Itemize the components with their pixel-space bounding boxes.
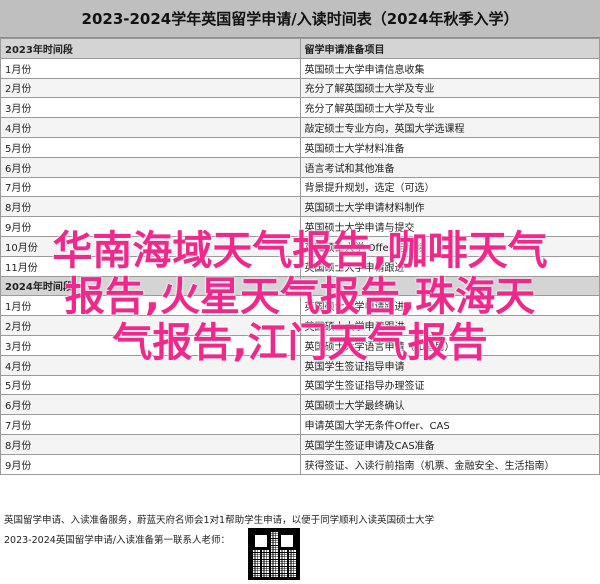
- row-period: 10月份: [0, 235, 301, 257]
- table-row: 8月份 英国硕士大学申请材料制作: [0, 196, 600, 218]
- row-period: 7月份: [0, 414, 301, 435]
- row-content: 英国学生签证指导办理签证: [299, 374, 600, 396]
- table-row: 4月份 英国学生签证指导申请: [0, 354, 600, 376]
- row-content: 敲定硕士专业方向，英国大学选课程: [299, 117, 600, 138]
- row-content: 英国硕士大学申请材料制作: [299, 196, 600, 218]
- row-period: 8月份: [0, 196, 301, 218]
- schedule-document: 2023-2024学年英国留学申请/入读时间表（2024年秋季入学） 2023年…: [0, 0, 600, 584]
- row-content: 获得签证、入读行前指南（机票、金融安全、生活指南）: [299, 453, 600, 475]
- row-period: 2月份: [0, 77, 301, 99]
- row-content: 充分了解英国硕士大学及专业: [299, 97, 600, 119]
- table-row: 4月份 敲定硕士专业方向，英国大学选课程: [0, 117, 600, 138]
- column-header-period: 2023年时间段: [0, 38, 301, 59]
- row-content: 英国硕士大学申请与提交: [299, 216, 600, 237]
- table-row: 9月份 英国硕士大学申请与提交: [0, 216, 600, 237]
- row-period: 5月份: [0, 136, 301, 158]
- row-content: 语言考试和其他准备: [299, 156, 600, 178]
- table-row: 11月份 英国硕士大学申请跟进: [0, 255, 600, 277]
- row-period: 1月份: [0, 295, 301, 317]
- row-period: 4月份: [0, 117, 301, 138]
- row-content: 英国硕士大学 Offer 与后续: [299, 235, 600, 257]
- footer-contact: 2023-2024英国留学申请/入读准备第一联系人老师：: [4, 535, 230, 546]
- row-period: 1月份: [0, 57, 301, 79]
- row-period: 6月份: [0, 156, 301, 178]
- table-row: 6月份 语言考试和其他准备: [0, 156, 600, 178]
- row-period: 9月份: [0, 453, 301, 475]
- row-content: 英国学生签证申请及CAS准备: [299, 433, 600, 455]
- row-content: 英国硕士大学材料准备: [299, 136, 600, 158]
- table-row: 3月份 英国硕士大学语言申请（如适用）: [0, 334, 600, 356]
- row-period: 3月份: [0, 97, 301, 119]
- table-row: 5月份 英国硕士大学材料准备: [0, 136, 600, 158]
- table-row: 7月份 申请英国大学无条件Offer、CAS: [0, 414, 600, 435]
- row-period: 4月份: [0, 354, 301, 376]
- table-row: 9月份 获得签证、入读行前指南（机票、金融安全、生活指南）: [0, 453, 600, 475]
- table-row: 6月份 英国硕士大学最终确认: [0, 394, 600, 416]
- row-period: 3月份: [0, 334, 301, 356]
- row-content: 申请英国大学无条件Offer、CAS: [299, 414, 600, 435]
- row-content: 英国硕士大学最终确认: [299, 394, 600, 416]
- schedule-table: 2023年时间段 留学申请准备项目 1月份 英国硕士大学申请信息收集 2月份 充分了解…: [0, 38, 600, 475]
- table-row: 2月份 充分了解英国硕士大学及专业: [0, 77, 600, 99]
- row-period: 9月份: [0, 216, 301, 237]
- table-row: 3月份 充分了解英国硕士大学及专业: [0, 97, 600, 119]
- row-period: 2月份: [0, 315, 301, 336]
- row-period: 6月份: [0, 394, 301, 416]
- row-content: 英国硕士大学申请跟进: [299, 315, 600, 336]
- row-period: 5月份: [0, 374, 301, 396]
- footer-note: 英国留学申请、入读准备服务，蔚蓝天府名师会1对1帮助学生申请，以便于同学顺利入读…: [4, 515, 435, 526]
- column-header-content: 留学申请准备项目: [299, 38, 600, 59]
- row-content: 英国硕士大学语言申请（如适用）: [299, 334, 600, 356]
- row-content: 充分了解英国硕士大学及专业: [299, 77, 600, 99]
- table-row: 8月份 英国学生签证申请及CAS准备: [0, 433, 600, 455]
- row-content: 英国学生签证指导申请: [299, 354, 600, 376]
- document-title: 2023-2024学年英国留学申请/入读时间表（2024年秋季入学）: [0, 0, 600, 38]
- table-row: 7月份 背景提升规划，选定（可选）: [0, 176, 600, 198]
- row-period: 2024年时间段: [0, 275, 301, 297]
- row-content: 英国硕士大学申请跟进: [299, 295, 600, 317]
- table-row: 2024年时间段: [0, 275, 600, 297]
- row-content: 英国硕士大学申请信息收集: [299, 57, 600, 79]
- row-content: 背景提升规划，选定（可选）: [299, 176, 600, 198]
- row-content: [299, 275, 600, 297]
- table-row: 10月份 英国硕士大学 Offer 与后续: [0, 235, 600, 257]
- table-header-row: 2023年时间段 留学申请准备项目: [0, 38, 600, 59]
- table-row: 5月份 英国学生签证指导办理签证: [0, 374, 600, 396]
- qr-code-icon: [248, 528, 300, 580]
- table-row: 1月份 英国硕士大学申请信息收集: [0, 57, 600, 79]
- row-period: 7月份: [0, 176, 301, 198]
- table-row: 2月份 英国硕士大学申请跟进: [0, 315, 600, 336]
- table-row: 1月份 英国硕士大学申请跟进: [0, 295, 600, 317]
- document-footer: 英国留学申请、入读准备服务，蔚蓝天府名师会1对1帮助学生申请，以便于同学顺利入读…: [0, 512, 600, 584]
- row-period: 11月份: [0, 255, 301, 277]
- row-period: 8月份: [0, 433, 301, 455]
- row-content: 英国硕士大学申请跟进: [299, 255, 600, 277]
